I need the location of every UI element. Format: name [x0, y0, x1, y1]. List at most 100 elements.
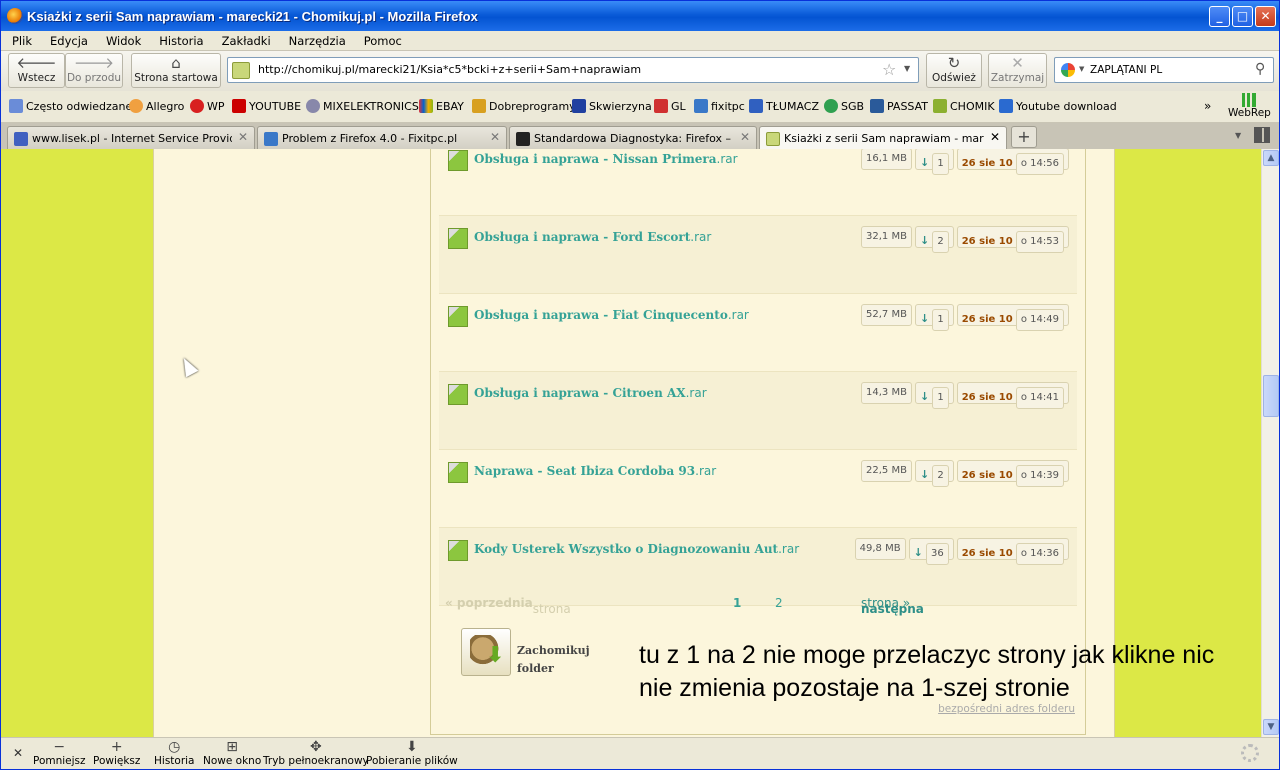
- download-count[interactable]: ↓ 1: [914, 382, 954, 409]
- chomik-icon: [933, 99, 947, 113]
- tab-close-icon[interactable]: ✕: [990, 130, 1000, 144]
- rar-file-icon: [448, 306, 468, 327]
- minimize-button[interactable]: _: [1209, 6, 1230, 27]
- bookmark-gl[interactable]: GL: [654, 99, 686, 113]
- download-count[interactable]: ↓ 1: [914, 149, 954, 175]
- folder-icon: [9, 99, 23, 113]
- url-dropdown-icon[interactable]: ▼: [904, 64, 910, 73]
- reload-button[interactable]: ↻ Odśwież: [926, 53, 982, 88]
- rar-file-icon: [448, 150, 468, 171]
- menu-pomoc[interactable]: Pomoc: [353, 31, 409, 48]
- file-link[interactable]: Obsługa i naprawa - Fiat Cinquecento.rar: [474, 308, 749, 322]
- tab-groups-icon[interactable]: [1254, 127, 1270, 143]
- bookmark-czesto-odwiedzane[interactable]: Często odwiedzane: [9, 99, 132, 113]
- tab-mozilla-support[interactable]: Standardowa Diagnostyka: Firefox – Moz..…: [509, 126, 757, 149]
- page-viewport: Obsługa i naprawa - Nissan Primera.rar 1…: [1, 149, 1261, 737]
- new-window-button[interactable]: ⊞ Nowe okno: [203, 739, 261, 767]
- vertical-scrollbar[interactable]: ▲ ▼: [1261, 149, 1279, 737]
- search-text: ZAPLĄTANI PL: [1090, 64, 1163, 76]
- menu-plik[interactable]: Plik: [1, 31, 39, 48]
- tab-chomikuj[interactable]: Ksiażki z serii Sam naprawiam - marecki2…: [759, 126, 1007, 150]
- file-link[interactable]: Naprawa - Seat Ibiza Cordoba 93.rar: [474, 464, 716, 478]
- scroll-down-icon[interactable]: ▼: [1263, 719, 1279, 735]
- next-page-link[interactable]: następna strona »: [861, 596, 924, 616]
- home-button[interactable]: ⌂ Strona startowa: [131, 53, 221, 88]
- tab-close-icon[interactable]: ✕: [740, 130, 750, 144]
- download-count[interactable]: ↓ 1: [914, 304, 954, 331]
- bookmark-tlumacz[interactable]: TŁUMACZ: [749, 99, 819, 113]
- rar-file-icon: [448, 462, 468, 483]
- menu-edycja[interactable]: Edycja: [39, 31, 95, 48]
- stop-button[interactable]: ✕ Zatrzymaj: [988, 53, 1047, 88]
- file-link[interactable]: Kody Usterek Wszystko o Diagnozowaniu Au…: [474, 542, 799, 556]
- stop-icon: ✕: [1011, 54, 1024, 72]
- bookmarks-overflow-icon[interactable]: »: [1204, 99, 1211, 113]
- sgb-icon: [824, 99, 838, 113]
- search-engine-dropdown-icon[interactable]: ▼: [1079, 65, 1084, 73]
- forward-button[interactable]: 🡒 Do przodu: [65, 53, 123, 88]
- page-1-link[interactable]: 1: [733, 596, 741, 610]
- close-toolbar-icon[interactable]: ✕: [13, 746, 23, 760]
- tab-close-icon[interactable]: ✕: [238, 130, 248, 144]
- tab-lisek[interactable]: www.lisek.pl - Internet Service Provider…: [7, 126, 255, 149]
- search-box[interactable]: ▼ ZAPLĄTANI PL ⚲: [1054, 57, 1274, 83]
- file-meta: 14,3 MB ↓ 1 26 sie 10 o 14:41: [861, 382, 1069, 409]
- back-arrow-icon: 🡐: [16, 54, 57, 72]
- bookmark-wp[interactable]: WP: [190, 99, 225, 113]
- bookmark-allegro[interactable]: Allegro: [129, 99, 184, 113]
- tab-fixitpc[interactable]: Problem z Firefox 4.0 - Fixitpc.pl ✕: [257, 126, 507, 149]
- chomik-favicon-icon: [766, 132, 780, 146]
- bookmark-fixitpc[interactable]: fixitpc: [694, 99, 745, 113]
- downloads-button[interactable]: ⬇ Pobieranie plików: [366, 739, 458, 767]
- bookmark-ebay[interactable]: EBAY: [419, 99, 464, 113]
- back-button[interactable]: 🡐 Wstecz: [8, 53, 65, 88]
- file-link[interactable]: Obsługa i naprawa - Nissan Primera.rar: [474, 152, 738, 166]
- bookmark-mixelektronics[interactable]: MIXELEKTRONICS: [306, 99, 419, 113]
- tab-list-dropdown-icon[interactable]: ▼: [1235, 131, 1241, 140]
- new-tab-button[interactable]: +: [1011, 126, 1037, 148]
- scroll-up-icon[interactable]: ▲: [1263, 150, 1279, 166]
- scroll-thumb[interactable]: [1263, 375, 1279, 417]
- bookmark-skwierzyna[interactable]: Skwierzyna: [572, 99, 652, 113]
- close-button[interactable]: ✕: [1255, 6, 1276, 27]
- menu-widok[interactable]: Widok: [95, 31, 148, 48]
- download-count[interactable]: ↓ 2: [914, 460, 954, 487]
- download-arrow-icon: ↓: [919, 156, 930, 169]
- menu-zakladki[interactable]: Zakładki: [211, 31, 278, 48]
- bookmark-chomik[interactable]: CHOMIK: [933, 99, 995, 113]
- eu-icon: [572, 99, 586, 113]
- file-link[interactable]: Obsługa i naprawa - Citroen AX.rar: [474, 386, 707, 400]
- download-arrow-icon: ⬇: [486, 643, 505, 668]
- file-link[interactable]: Obsługa i naprawa - Ford Escort.rar: [474, 230, 711, 244]
- youtube-download-icon: [999, 99, 1013, 113]
- page-2-link[interactable]: 2: [775, 596, 783, 610]
- file-date: 26 sie 10 o 14:49: [956, 304, 1069, 331]
- tab-bar: www.lisek.pl - Internet Service Provider…: [1, 123, 1279, 150]
- zoom-in-button[interactable]: + Powiększ: [93, 739, 140, 767]
- menu-narzedzia[interactable]: Narzędzia: [278, 31, 353, 48]
- menu-historia[interactable]: Historia: [148, 31, 210, 48]
- zoom-out-button[interactable]: − Pomniejsz: [33, 739, 86, 767]
- bookmark-star-icon[interactable]: ☆: [882, 60, 896, 79]
- zachomikuj-button[interactable]: ⬇: [461, 628, 511, 676]
- fullscreen-button[interactable]: ✥ Tryb pełnoekranowy: [263, 739, 369, 767]
- history-button[interactable]: ◷ Historia: [154, 739, 195, 767]
- zachomikuj-label[interactable]: Zachomikuj folder: [517, 642, 597, 678]
- bookmark-passat[interactable]: PASSAT: [870, 99, 928, 113]
- address-bar[interactable]: http://chomikuj.pl/marecki21/Ksia*c5*bck…: [227, 57, 919, 83]
- signal-bars-icon: [1242, 93, 1256, 107]
- download-count[interactable]: ↓ 2: [914, 226, 954, 253]
- bookmark-youtube[interactable]: YOUTUBE: [232, 99, 301, 113]
- bookmark-youtube-download[interactable]: Youtube download: [999, 99, 1117, 113]
- bookmark-sgb[interactable]: SGB: [824, 99, 864, 113]
- search-icon[interactable]: ⚲: [1255, 61, 1265, 77]
- download-arrow-icon: ↓: [919, 468, 930, 481]
- download-count[interactable]: ↓ 36: [908, 538, 954, 565]
- webrep-button[interactable]: WebRep: [1228, 93, 1271, 119]
- google-icon[interactable]: [1061, 63, 1075, 77]
- clock-icon: ◷: [168, 739, 181, 755]
- passat-icon: [870, 99, 884, 113]
- tab-close-icon[interactable]: ✕: [490, 130, 500, 144]
- bookmark-dobreprogramy[interactable]: Dobreprogramy: [472, 99, 576, 113]
- maximize-button[interactable]: □: [1232, 6, 1253, 27]
